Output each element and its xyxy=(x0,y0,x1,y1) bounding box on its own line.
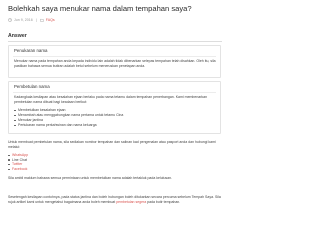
question-meta: Jun 9, 2016 | FAQs xyxy=(8,17,55,23)
footer-text: Sesetengah kesilapan contohnya, pada sta… xyxy=(8,195,221,204)
list-item: Menukar jantina xyxy=(14,118,43,122)
card-name-correction-title: Pembetulan nama xyxy=(14,84,50,89)
card-name-change-title: Penukaran nama xyxy=(14,48,48,53)
card-name-correction-intro: Kadangkala kesilapan atau kesalahan ejaa… xyxy=(14,95,208,104)
question-date: Jun 9, 2016 xyxy=(14,17,33,22)
approval-note: Sila ambil maklum bahawa semua permintaa… xyxy=(8,176,173,180)
card-name-change: Penukaran nama Menukar nama pada tempaha… xyxy=(8,45,221,78)
answer-heading: Answer xyxy=(8,33,27,39)
question-category-link[interactable]: FAQs xyxy=(46,18,55,23)
list-item: Membetulkan kesalahan ejaan xyxy=(13,108,66,112)
list-item: Menambah atau menggabungkan nama pertama… xyxy=(13,113,124,117)
card-divider xyxy=(13,92,216,93)
question-title: Bolehkah saya menukar nama dalam tempaha… xyxy=(8,4,192,13)
list-item: Pertukaran nama perkahwinan dan nama kel… xyxy=(14,123,97,127)
footer-text-end: pada butir tempahan. xyxy=(146,199,181,204)
facebook-link[interactable]: Facebook xyxy=(7,167,28,172)
request-text: Untuk membuat pembetulan nama, sila sedi… xyxy=(8,140,216,149)
contact-app-list: WhatsApp Line Chat Twitter Facebook xyxy=(7,153,28,172)
card-name-change-text: Menukar nama pada tempahan anda kepada i… xyxy=(14,59,216,68)
card-divider xyxy=(13,56,216,57)
meta-separator: | xyxy=(35,17,37,22)
folder-icon xyxy=(39,18,44,22)
clock-icon xyxy=(8,18,12,22)
instant-correction-link[interactable]: pembetulan segera xyxy=(116,200,146,204)
card-name-correction: Pembetulan nama Kadangkala kesilapan ata… xyxy=(8,81,221,134)
answer-divider xyxy=(8,41,222,42)
footer-text-main: Sesetengah kesilapan contohnya, pada sta… xyxy=(8,195,221,204)
faq-page: Bolehkah saya menukar nama dalam tempaha… xyxy=(0,0,229,220)
